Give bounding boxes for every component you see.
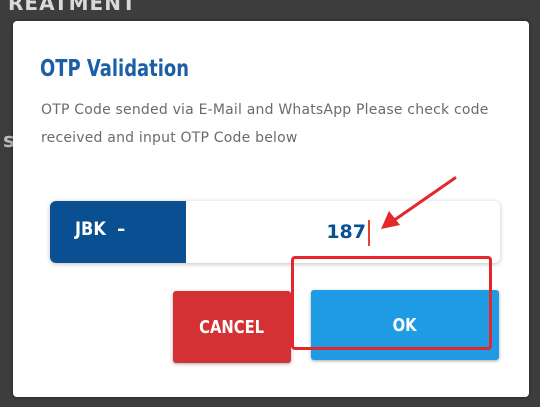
screen: REATMENT s OTP Validation OTP Code sende…: [0, 0, 540, 407]
annotation-arrow-icon: [381, 176, 457, 229]
